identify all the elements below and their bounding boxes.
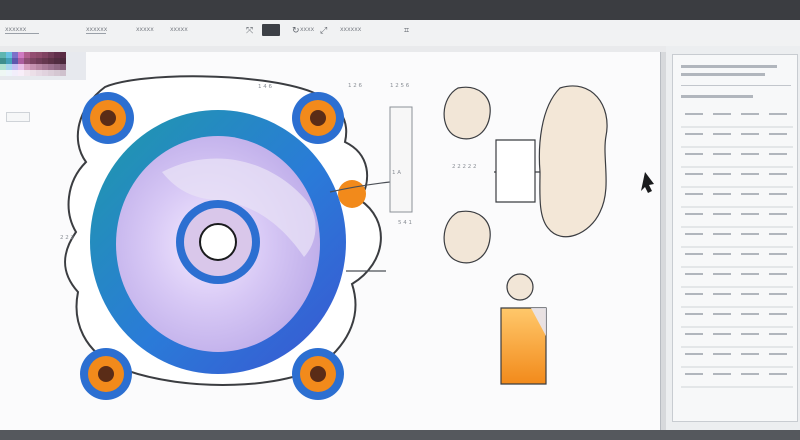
mouse-cursor-icon <box>641 172 654 193</box>
main-toolbar: xxxxxx xxxxxx xxxxx xxxxx xxxx xxxxxx ⤧ … <box>0 20 800 47</box>
properties-card <box>672 54 798 422</box>
drawing-canvas[interactable]: 1 4 6 1 2 6 1 2 5 6 5 4 1 1 A 2 2 2 2 2 … <box>0 52 661 430</box>
panel-heading <box>681 73 765 76</box>
part-body[interactable] <box>495 139 536 203</box>
toolbar-item-4[interactable]: xxxxx <box>170 26 188 34</box>
properties-panel[interactable] <box>666 46 800 430</box>
label-mid-a: 5 4 1 <box>398 220 412 226</box>
scale-icon[interactable]: ⤢ <box>320 26 327 36</box>
center-bore[interactable] <box>199 223 237 261</box>
toolbar-divider <box>86 33 106 34</box>
toolbar-item-3[interactable]: xxxxx <box>136 26 154 34</box>
panel-divider <box>681 85 791 86</box>
toolbar-divider <box>5 33 39 34</box>
part-cap-top[interactable] <box>443 86 491 140</box>
label-left: 2 2 2 <box>60 235 74 241</box>
panel-heading <box>681 65 777 68</box>
label-mid-c: 2 2 2 2 2 <box>452 164 477 170</box>
mounting-boss-top-left[interactable] <box>82 92 134 144</box>
label-top-c: 1 2 5 6 <box>390 83 410 89</box>
mounting-boss-bottom-right[interactable] <box>292 348 344 400</box>
move-icon[interactable]: ⤧ <box>246 26 253 36</box>
label-top-b: 1 2 6 <box>348 83 362 89</box>
toolbar-active-tool-chip[interactable] <box>262 24 280 36</box>
rotate-icon[interactable]: ↻ <box>292 26 300 36</box>
mounting-boss-top-right[interactable] <box>292 92 344 144</box>
view-icon[interactable]: ⌗ <box>404 26 409 36</box>
part-housing[interactable] <box>538 85 608 238</box>
label-top-a: 1 4 6 <box>258 84 272 90</box>
part-cap-bottom[interactable] <box>443 210 491 264</box>
window-title-bar <box>0 0 800 20</box>
label-mid-b: 1 A <box>392 170 402 176</box>
dimension-block[interactable] <box>389 106 413 213</box>
mounting-boss-bottom-left[interactable] <box>80 348 132 400</box>
toolbar-item-5[interactable]: xxxx <box>300 26 314 34</box>
panel-heading <box>681 95 753 98</box>
toolbar-item-6[interactable]: xxxxxx <box>340 26 361 34</box>
small-sphere[interactable] <box>506 273 534 301</box>
properties-table[interactable] <box>681 107 793 407</box>
status-bar <box>0 430 800 440</box>
side-port[interactable] <box>338 180 366 208</box>
cad-drawing[interactable] <box>0 52 660 430</box>
